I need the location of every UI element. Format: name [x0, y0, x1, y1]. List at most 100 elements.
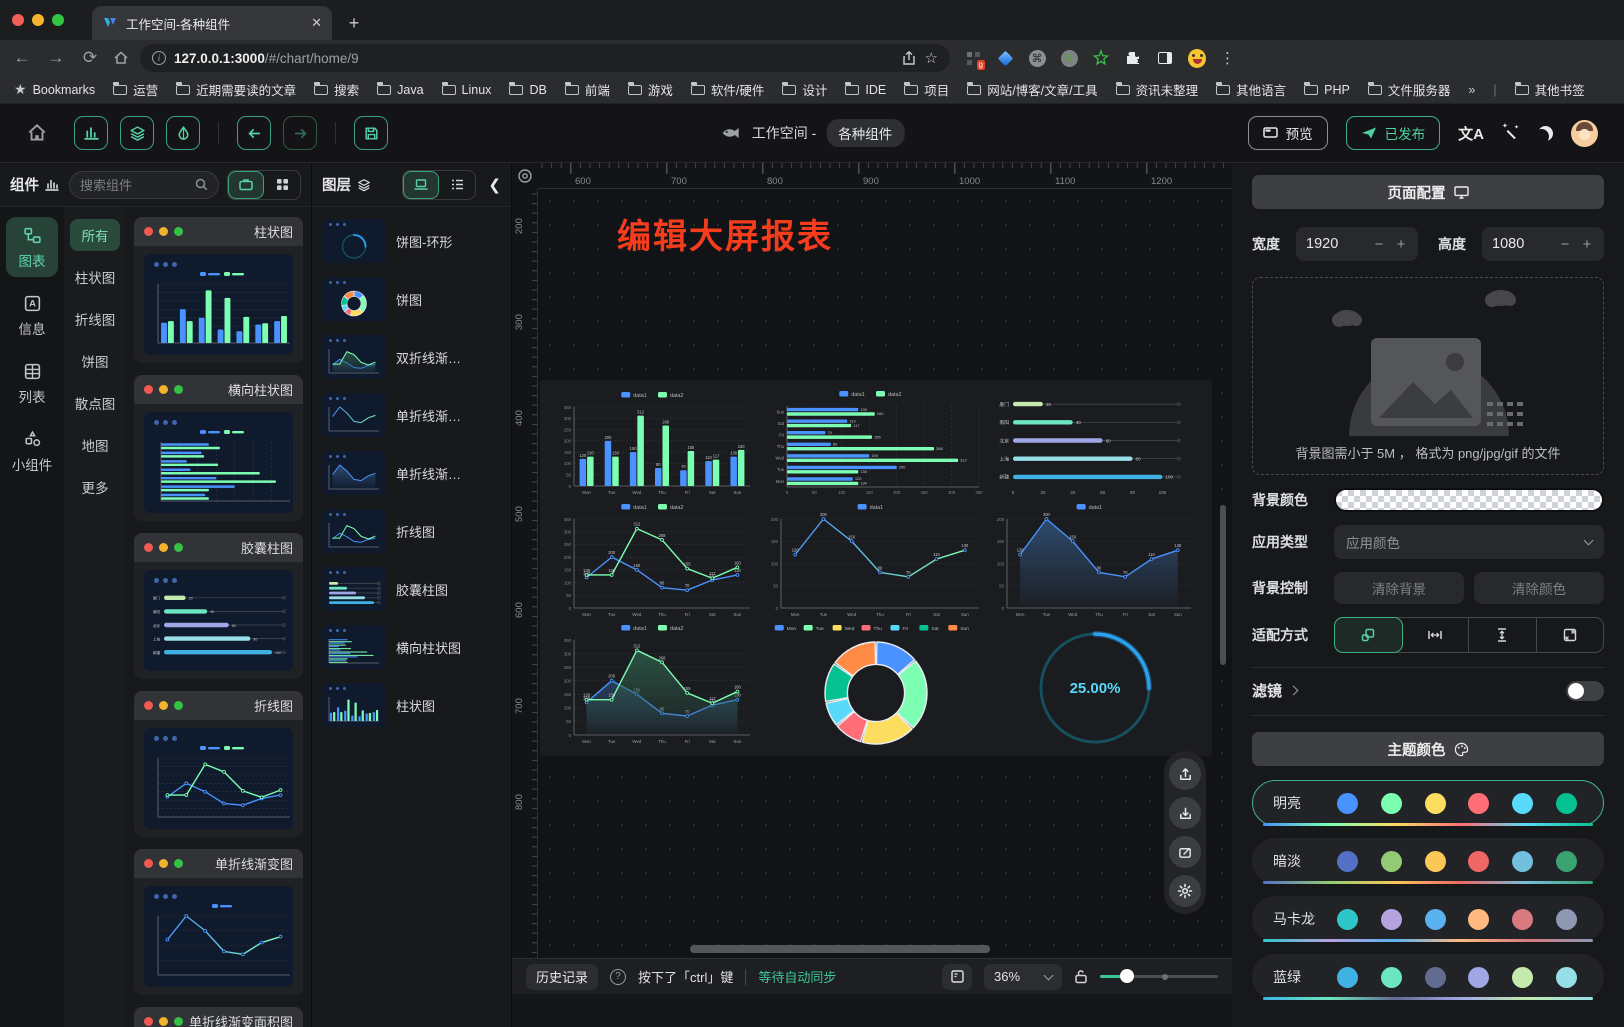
- reload-icon[interactable]: ⟳: [78, 48, 102, 68]
- layer-item[interactable]: 单折线渐…: [322, 451, 501, 495]
- layer-item[interactable]: 柱状图: [322, 683, 501, 727]
- extension-star-icon[interactable]: [1092, 49, 1110, 67]
- bg-color-swatch[interactable]: [1334, 488, 1604, 512]
- bookmark-folder[interactable]: PHP: [1304, 80, 1350, 99]
- settings-gear-button[interactable]: [1169, 875, 1201, 907]
- category-更多[interactable]: 更多: [70, 471, 120, 503]
- user-avatar[interactable]: [1571, 120, 1598, 147]
- extension-grid-icon[interactable]: g: [964, 49, 982, 67]
- bookmark-folder[interactable]: 设计: [782, 80, 827, 99]
- bookmark-folder[interactable]: 运营: [113, 80, 158, 99]
- dark-mode-icon[interactable]: [1538, 126, 1553, 141]
- profile-avatar-icon[interactable]: [1188, 49, 1206, 67]
- browser-tab[interactable]: 工作空间-各种组件 ✕: [92, 6, 332, 40]
- history-button[interactable]: 历史记录: [526, 964, 598, 990]
- share-icon[interactable]: [901, 50, 917, 66]
- sidebar-tab-信息[interactable]: A信息: [6, 285, 58, 345]
- back-icon[interactable]: ←: [10, 48, 34, 68]
- dashboard-title-text[interactable]: 编辑大屏报表: [617, 209, 833, 258]
- width-input[interactable]: 1920 − +: [1296, 227, 1418, 261]
- component-card[interactable]: 折线图: [134, 691, 303, 837]
- home-icon[interactable]: [112, 49, 130, 67]
- zoom-slider-knob[interactable]: [1120, 969, 1134, 983]
- translate-icon[interactable]: 文A: [1458, 123, 1484, 144]
- minimize-window-button[interactable]: [32, 14, 44, 26]
- dashboard-preview[interactable]: data1data2050100150200250300350MonTueWed…: [540, 380, 1212, 756]
- bookmark-folder[interactable]: 游戏: [628, 80, 673, 99]
- save-button[interactable]: [354, 116, 388, 150]
- workspace-badge[interactable]: 各种组件: [826, 119, 904, 147]
- bookmark-folder[interactable]: 软件/硬件: [691, 80, 764, 99]
- redo-button[interactable]: [283, 116, 317, 150]
- bookmark-folder[interactable]: 近期需要读的文章: [176, 80, 296, 99]
- extensions-puzzle-icon[interactable]: [1124, 49, 1142, 67]
- help-icon[interactable]: ?: [610, 969, 626, 985]
- bookmarks-manager[interactable]: ★ Bookmarks: [14, 81, 95, 98]
- filter-toggle[interactable]: [1566, 681, 1604, 701]
- undo-button[interactable]: [237, 116, 271, 150]
- other-bookmarks[interactable]: 其他书签: [1515, 80, 1585, 99]
- window-controls[interactable]: [12, 0, 64, 40]
- layers-toggle-button[interactable]: [120, 116, 154, 150]
- bookmark-folder[interactable]: 前端: [565, 80, 610, 99]
- category-地图[interactable]: 地图: [70, 429, 120, 461]
- layer-item[interactable]: 胶囊柱图: [322, 567, 501, 611]
- bookmark-folder[interactable]: 文件服务器: [1368, 80, 1451, 99]
- extension-command-icon[interactable]: ⌘: [1028, 49, 1046, 67]
- sidebar-tab-列表[interactable]: 列表: [6, 353, 58, 413]
- bookmark-star-icon[interactable]: ☆: [925, 49, 938, 67]
- layer-item[interactable]: 折线图: [322, 509, 501, 553]
- height-input[interactable]: 1080 − +: [1482, 227, 1604, 261]
- tab-close-icon[interactable]: ✕: [311, 15, 322, 31]
- fit-auto-button[interactable]: [1334, 617, 1403, 653]
- components-toggle-button[interactable]: [74, 116, 108, 150]
- bookmark-folder[interactable]: DB: [509, 80, 546, 99]
- height-decrement[interactable]: −: [1558, 236, 1572, 253]
- component-card[interactable]: 单折线渐变图: [134, 849, 303, 995]
- component-card[interactable]: 横向柱状图: [134, 375, 303, 521]
- theme-row-蓝绿[interactable]: 蓝绿: [1252, 954, 1604, 1000]
- layer-item[interactable]: 饼图: [322, 277, 501, 321]
- side-panel-icon[interactable]: [1156, 49, 1174, 67]
- width-increment[interactable]: +: [1394, 236, 1408, 253]
- app-type-select[interactable]: 应用颜色: [1334, 525, 1604, 559]
- bookmark-folder[interactable]: 其他语言: [1216, 80, 1286, 99]
- theme-row-明亮[interactable]: 明亮: [1252, 780, 1604, 826]
- lock-icon[interactable]: [1074, 969, 1088, 984]
- fit-width-button[interactable]: [1402, 618, 1470, 652]
- browser-menu-icon[interactable]: ⋮: [1220, 49, 1235, 67]
- dashboard-chart-progress[interactable]: 25.00%: [991, 622, 1199, 748]
- canvas-vertical-scrollbar[interactable]: [1220, 505, 1226, 665]
- category-折线图[interactable]: 折线图: [70, 303, 120, 335]
- site-info-icon[interactable]: i: [152, 51, 166, 65]
- category-柱状图[interactable]: 柱状图: [70, 261, 120, 293]
- close-window-button[interactable]: [12, 14, 24, 26]
- forward-icon[interactable]: →: [44, 48, 68, 68]
- layer-item[interactable]: 横向柱状图: [322, 625, 501, 669]
- publish-button[interactable]: 已发布: [1346, 116, 1441, 150]
- layer-item[interactable]: 单折线渐…: [322, 393, 501, 437]
- details-toggle-button[interactable]: [166, 116, 200, 150]
- dashboard-chart-area2[interactable]: data1data2050100150200250300350MonTueWed…: [558, 622, 758, 748]
- magic-wand-icon[interactable]: ✦✦: [1502, 124, 1520, 142]
- grid-view-button[interactable]: [264, 171, 300, 199]
- clear-color-button[interactable]: 清除颜色: [1474, 572, 1604, 604]
- extension-gem-icon[interactable]: [996, 49, 1014, 67]
- dashboard-chart-line2[interactable]: data1data2050100150200250300350MonTueWed…: [558, 501, 758, 621]
- category-散点图[interactable]: 散点图: [70, 387, 120, 419]
- toggle-guides-eye-icon[interactable]: [512, 163, 538, 189]
- background-upload-dropzone[interactable]: 背景图需小于 5M ， 格式为 png/jpg/gif 的文件: [1252, 277, 1604, 475]
- edit-button[interactable]: [1169, 836, 1201, 868]
- dashboard-chart-line1g[interactable]: data1050100150200MonTueWedThuFriSatSun12…: [765, 501, 987, 621]
- dashboard-chart-donut[interactable]: MonTueWedThuFriSatSun: [765, 622, 987, 748]
- bookmark-folder[interactable]: 项目: [904, 80, 949, 99]
- clear-background-button[interactable]: 清除背景: [1334, 572, 1464, 604]
- editor-canvas[interactable]: 6007008009001000110012001300 20030040050…: [512, 163, 1232, 1027]
- dashboard-chart-hbar[interactable]: data1data2050100150200250300350120200150…: [765, 388, 987, 500]
- component-card[interactable]: 单折线渐变面积图: [134, 1007, 303, 1027]
- canvas-horizontal-scrollbar[interactable]: [690, 945, 990, 953]
- height-increment[interactable]: +: [1580, 236, 1594, 253]
- theme-row-暗淡[interactable]: 暗淡: [1252, 838, 1604, 884]
- single-view-button[interactable]: [228, 171, 264, 199]
- theme-row-马卡龙[interactable]: 马卡龙: [1252, 896, 1604, 942]
